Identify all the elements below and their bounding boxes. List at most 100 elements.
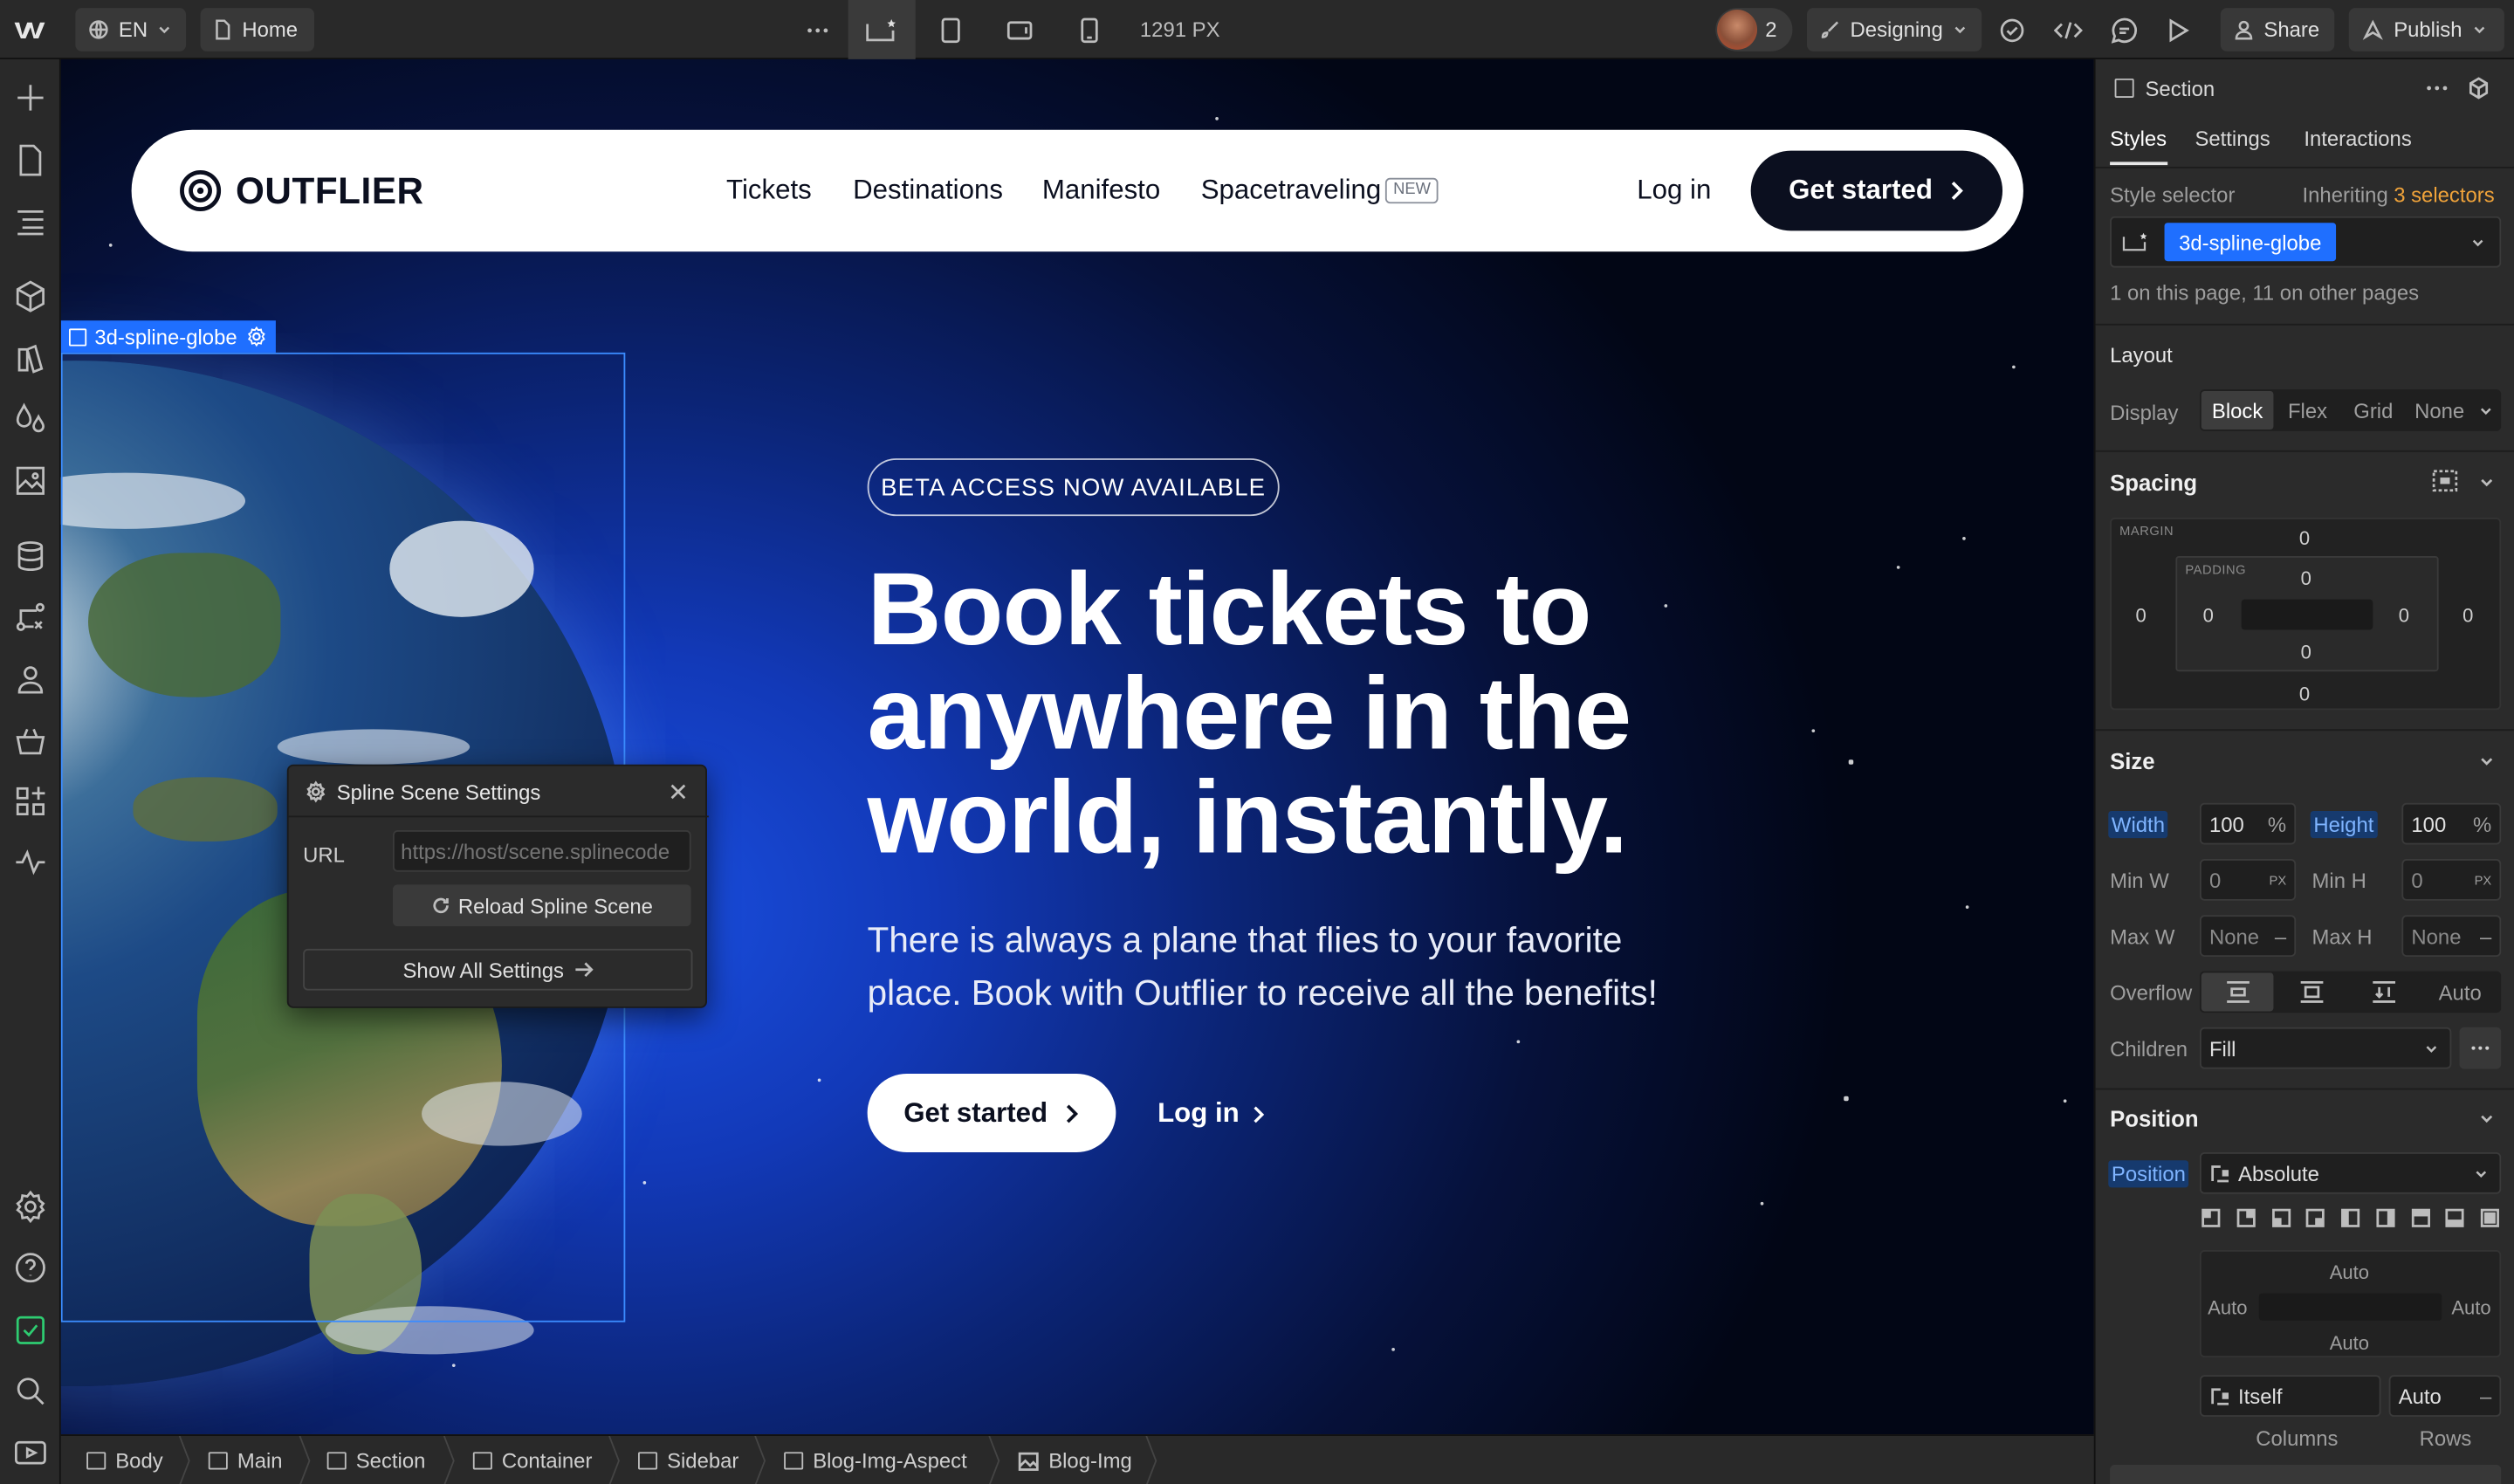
libraries-icon[interactable] xyxy=(11,340,50,378)
variables-icon[interactable] xyxy=(11,401,50,439)
check-circle-icon[interactable] xyxy=(1989,8,2033,52)
width-label[interactable]: Width xyxy=(2108,810,2168,839)
webflow-logo[interactable] xyxy=(0,0,61,59)
chevron-down-icon[interactable] xyxy=(2479,404,2494,419)
url-input[interactable] xyxy=(392,829,691,872)
breadcrumb-container[interactable]: Container xyxy=(472,1449,592,1473)
offset-top-value[interactable]: Auto xyxy=(2330,1261,2369,1284)
overflow-auto-option[interactable]: Auto xyxy=(2439,981,2482,1006)
padding-top-value[interactable]: 0 xyxy=(2301,567,2311,590)
mode-selector[interactable]: Designing xyxy=(1806,8,1982,52)
breadcrumb-blog-img-aspect[interactable]: Blog-Img-Aspect xyxy=(784,1449,967,1473)
selected-element-tag[interactable]: 3d-spline-globe xyxy=(60,320,276,353)
brand-name[interactable]: OUTFLIER xyxy=(236,170,424,214)
height-input[interactable]: 100% xyxy=(2401,802,2502,845)
cms-icon[interactable] xyxy=(11,537,50,575)
offset-bottom-value[interactable]: Auto xyxy=(2330,1332,2369,1355)
mobile-portrait-icon[interactable] xyxy=(1068,8,1111,52)
preset-bottom-icon[interactable] xyxy=(2445,1208,2465,1227)
z-index-reset[interactable]: – xyxy=(2480,1384,2491,1408)
audit-check-icon[interactable] xyxy=(11,1311,50,1350)
ecommerce-icon[interactable] xyxy=(11,721,50,759)
max-height-input[interactable]: None – xyxy=(2401,915,2502,958)
preset-right-icon[interactable] xyxy=(2375,1208,2395,1227)
preset-top-right-icon[interactable] xyxy=(2236,1208,2256,1227)
nav-tickets[interactable]: Tickets xyxy=(726,175,812,207)
breadcrumb-blog-img[interactable]: Blog-Img xyxy=(1018,1449,1132,1473)
more-icon[interactable] xyxy=(795,8,839,52)
search-icon[interactable] xyxy=(11,1372,50,1411)
page-selector[interactable]: Home xyxy=(200,8,314,52)
display-flex-option[interactable]: Flex xyxy=(2288,399,2327,423)
nav-destinations[interactable]: Destinations xyxy=(853,175,1003,207)
mobile-landscape-icon[interactable] xyxy=(997,8,1041,52)
margin-right-value[interactable]: 0 xyxy=(2462,604,2473,627)
preset-bottom-left-icon[interactable] xyxy=(2271,1208,2291,1227)
nav-login[interactable]: Log in xyxy=(1637,175,1711,207)
users-icon[interactable] xyxy=(11,660,50,698)
preview-play-icon[interactable] xyxy=(2156,8,2200,52)
width-unit[interactable]: % xyxy=(2268,812,2286,836)
tablet-breakpoint-icon[interactable] xyxy=(928,8,972,52)
publish-button[interactable]: Publish xyxy=(2348,8,2504,52)
nav-spacetraveling[interactable]: Spacetraveling xyxy=(1201,175,1382,207)
min-height-unit[interactable]: PX xyxy=(2475,873,2492,888)
inheriting-selectors-link[interactable]: 3 selectors xyxy=(2394,182,2494,207)
position-label[interactable]: Position xyxy=(2108,1160,2189,1188)
preset-full-icon[interactable] xyxy=(2480,1208,2499,1227)
overflow-visible-option[interactable] xyxy=(2201,972,2274,1012)
preset-bottom-right-icon[interactable] xyxy=(2306,1208,2325,1227)
close-icon[interactable] xyxy=(669,782,688,801)
max-width-input[interactable]: None – xyxy=(2199,915,2297,958)
height-unit[interactable]: % xyxy=(2473,812,2491,836)
pages-icon[interactable] xyxy=(11,141,50,180)
padding-right-value[interactable]: 0 xyxy=(2399,604,2409,627)
settings-icon[interactable] xyxy=(11,1187,50,1226)
z-index-input[interactable]: Auto – xyxy=(2388,1375,2502,1417)
breadcrumb-body[interactable]: Body xyxy=(86,1449,163,1473)
tab-settings[interactable]: Settings xyxy=(2195,127,2270,151)
spacing-preset-icon[interactable] xyxy=(2432,470,2458,492)
desktop-breakpoint-button[interactable] xyxy=(848,0,916,59)
position-select[interactable]: Absolute xyxy=(2199,1152,2502,1194)
margin-left-value[interactable]: 0 xyxy=(2135,604,2146,627)
overflow-hidden-icon[interactable] xyxy=(2299,981,2325,1004)
nav-get-started-button[interactable]: Get started xyxy=(1750,150,2003,231)
display-none-option[interactable]: None xyxy=(2414,399,2464,423)
breadcrumb-sidebar[interactable]: Sidebar xyxy=(638,1449,738,1473)
max-width-unit[interactable]: – xyxy=(2275,924,2286,948)
offset-right-value[interactable]: Auto xyxy=(2451,1296,2490,1319)
tab-styles[interactable]: Styles xyxy=(2110,127,2167,151)
chevron-down-icon[interactable] xyxy=(2479,1110,2495,1126)
navigator-icon[interactable] xyxy=(11,202,50,240)
chevron-down-icon[interactable] xyxy=(2479,474,2495,490)
collaborators[interactable]: 2 xyxy=(1715,8,1793,52)
design-canvas[interactable]: 3d-spline-globe OUTFLIER Tickets Destina… xyxy=(60,58,2094,1435)
locale-selector[interactable]: EN xyxy=(75,8,187,52)
class-selector-input[interactable]: 3d-spline-globe xyxy=(2110,216,2502,268)
code-icon[interactable] xyxy=(2046,8,2090,52)
activity-icon[interactable] xyxy=(11,843,50,882)
children-more-button[interactable] xyxy=(2459,1027,2502,1069)
margin-bottom-value[interactable]: 0 xyxy=(2299,683,2310,705)
preset-top-left-icon[interactable] xyxy=(2201,1208,2221,1227)
breadcrumb-main[interactable]: Main xyxy=(208,1449,283,1473)
height-label[interactable]: Height xyxy=(2310,810,2378,839)
display-block-option[interactable]: Block xyxy=(2201,390,2274,430)
logic-icon[interactable] xyxy=(11,598,50,636)
min-height-input[interactable]: 0 PX xyxy=(2401,859,2502,901)
overflow-scroll-icon[interactable] xyxy=(2371,981,2396,1004)
chevron-down-icon[interactable] xyxy=(2479,753,2495,769)
padding-bottom-value[interactable]: 0 xyxy=(2301,641,2311,663)
add-icon[interactable] xyxy=(11,79,50,117)
reload-spline-button[interactable]: Reload Spline Scene xyxy=(392,884,691,927)
relative-to-select[interactable]: Itself xyxy=(2199,1375,2381,1417)
more-icon[interactable] xyxy=(2426,85,2449,91)
share-button[interactable]: Share xyxy=(2220,8,2335,52)
preset-left-icon[interactable] xyxy=(2341,1208,2360,1227)
preset-top-icon[interactable] xyxy=(2410,1208,2430,1227)
hero-get-started-button[interactable]: Get started xyxy=(867,1074,1116,1153)
class-chip[interactable]: 3d-spline-globe xyxy=(2164,223,2336,262)
nav-manifesto[interactable]: Manifesto xyxy=(1042,175,1160,207)
components-icon[interactable] xyxy=(11,278,50,316)
